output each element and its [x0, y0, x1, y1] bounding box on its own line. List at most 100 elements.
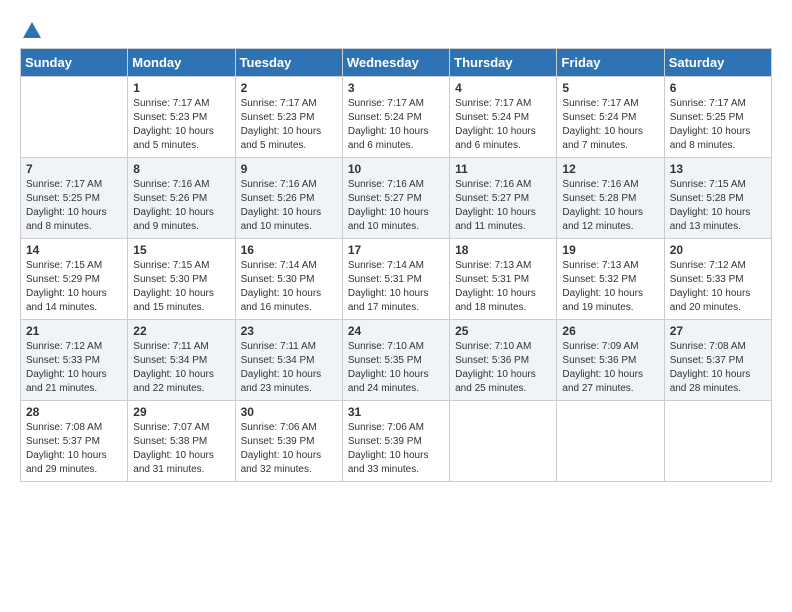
calendar-week-row: 21 Sunrise: 7:12 AM Sunset: 5:33 PM Dayli…: [21, 320, 772, 401]
day-info: Sunrise: 7:11 AM Sunset: 5:34 PM Dayligh…: [133, 340, 229, 396]
day-number: 14: [26, 243, 122, 257]
day-info: Sunrise: 7:16 AM Sunset: 5:26 PM Dayligh…: [241, 178, 337, 234]
calendar-cell: 27Sunrise: 7:08 AM Sunset: 5:37 PM Dayli…: [664, 320, 771, 401]
logo-icon: [21, 20, 43, 42]
calendar-cell: 24Sunrise: 7:10 AM Sunset: 5:35 PM Dayli…: [342, 320, 449, 401]
day-info: Sunrise: 7:15 AM Sunset: 5:28 PM Dayligh…: [670, 178, 766, 234]
day-number: 2: [241, 81, 337, 95]
day-info: Sunrise: 7:16 AM Sunset: 5:27 PM Dayligh…: [348, 178, 444, 234]
calendar-week-row: 28Sunrise: 7:08 AM Sunset: 5:37 PM Dayli…: [21, 401, 772, 482]
day-info: Sunrise: 7:06 AM Sunset: 5:39 PM Dayligh…: [241, 421, 337, 477]
day-info: Sunrise: 7:17 AM Sunset: 5:24 PM Dayligh…: [348, 97, 444, 153]
day-info: Sunrise: 7:17 AM Sunset: 5:25 PM Dayligh…: [670, 97, 766, 153]
logo: [20, 20, 44, 38]
calendar-cell: 15 Sunrise: 7:15 AM Sunset: 5:30 PM Dayli…: [128, 239, 235, 320]
calendar-week-row: 14 Sunrise: 7:15 AM Sunset: 5:29 PM Dayli…: [21, 239, 772, 320]
day-number: 29: [133, 405, 229, 419]
day-number: 19: [562, 243, 658, 257]
calendar-day-header: Monday: [128, 49, 235, 77]
day-info: Sunrise: 7:08 AM Sunset: 5:37 PM Dayligh…: [670, 340, 766, 396]
day-info: Sunrise: 7:15 AM Sunset: 5:29 PM Dayligh…: [26, 259, 122, 315]
day-number: 16: [241, 243, 337, 257]
calendar-day-header: Wednesday: [342, 49, 449, 77]
day-number: 26: [562, 324, 658, 338]
calendar-cell: 14 Sunrise: 7:15 AM Sunset: 5:29 PM Dayli…: [21, 239, 128, 320]
calendar-cell: 30 Sunrise: 7:06 AM Sunset: 5:39 PM Dayli…: [235, 401, 342, 482]
day-info: Sunrise: 7:14 AM Sunset: 5:30 PM Dayligh…: [241, 259, 337, 315]
day-number: 20: [670, 243, 766, 257]
day-number: 15: [133, 243, 229, 257]
day-number: 17: [348, 243, 444, 257]
calendar-day-header: Tuesday: [235, 49, 342, 77]
calendar-day-header: Sunday: [21, 49, 128, 77]
day-info: Sunrise: 7:17 AM Sunset: 5:23 PM Dayligh…: [133, 97, 229, 153]
day-info: Sunrise: 7:10 AM Sunset: 5:36 PM Dayligh…: [455, 340, 551, 396]
calendar-cell: 20Sunrise: 7:12 AM Sunset: 5:33 PM Dayli…: [664, 239, 771, 320]
calendar-cell: 29 Sunrise: 7:07 AM Sunset: 5:38 PM Dayli…: [128, 401, 235, 482]
day-number: 8: [133, 162, 229, 176]
calendar-cell: 8 Sunrise: 7:16 AM Sunset: 5:26 PM Daylig…: [128, 158, 235, 239]
calendar-cell: 10 Sunrise: 7:16 AM Sunset: 5:27 PM Dayli…: [342, 158, 449, 239]
day-number: 25: [455, 324, 551, 338]
day-info: Sunrise: 7:10 AM Sunset: 5:35 PM Dayligh…: [348, 340, 444, 396]
page-header: [20, 20, 772, 38]
day-info: Sunrise: 7:17 AM Sunset: 5:25 PM Dayligh…: [26, 178, 122, 234]
day-info: Sunrise: 7:12 AM Sunset: 5:33 PM Dayligh…: [26, 340, 122, 396]
calendar-cell: [664, 401, 771, 482]
calendar-cell: 31Sunrise: 7:06 AM Sunset: 5:39 PM Dayli…: [342, 401, 449, 482]
day-info: Sunrise: 7:17 AM Sunset: 5:24 PM Dayligh…: [562, 97, 658, 153]
day-info: Sunrise: 7:15 AM Sunset: 5:30 PM Dayligh…: [133, 259, 229, 315]
calendar-cell: 22Sunrise: 7:11 AM Sunset: 5:34 PM Dayli…: [128, 320, 235, 401]
day-info: Sunrise: 7:16 AM Sunset: 5:27 PM Dayligh…: [455, 178, 551, 234]
calendar-cell: 2 Sunrise: 7:17 AM Sunset: 5:23 PM Daylig…: [235, 77, 342, 158]
day-info: Sunrise: 7:07 AM Sunset: 5:38 PM Dayligh…: [133, 421, 229, 477]
day-info: Sunrise: 7:16 AM Sunset: 5:28 PM Dayligh…: [562, 178, 658, 234]
calendar-cell: 12 Sunrise: 7:16 AM Sunset: 5:28 PM Dayli…: [557, 158, 664, 239]
calendar-day-header: Friday: [557, 49, 664, 77]
day-info: Sunrise: 7:09 AM Sunset: 5:36 PM Dayligh…: [562, 340, 658, 396]
day-info: Sunrise: 7:17 AM Sunset: 5:23 PM Dayligh…: [241, 97, 337, 153]
day-info: Sunrise: 7:16 AM Sunset: 5:26 PM Dayligh…: [133, 178, 229, 234]
day-number: 21: [26, 324, 122, 338]
calendar-cell: 18 Sunrise: 7:13 AM Sunset: 5:31 PM Dayli…: [450, 239, 557, 320]
calendar-day-header: Thursday: [450, 49, 557, 77]
day-number: 10: [348, 162, 444, 176]
day-info: Sunrise: 7:11 AM Sunset: 5:34 PM Dayligh…: [241, 340, 337, 396]
calendar-table: SundayMondayTuesdayWednesdayThursdayFrid…: [20, 48, 772, 482]
calendar-cell: 9Sunrise: 7:16 AM Sunset: 5:26 PM Daylig…: [235, 158, 342, 239]
calendar-cell: 19 Sunrise: 7:13 AM Sunset: 5:32 PM Dayli…: [557, 239, 664, 320]
calendar-cell: 26 Sunrise: 7:09 AM Sunset: 5:36 PM Dayli…: [557, 320, 664, 401]
calendar-cell: 1 Sunrise: 7:17 AM Sunset: 5:23 PM Daylig…: [128, 77, 235, 158]
day-number: 6: [670, 81, 766, 95]
day-number: 30: [241, 405, 337, 419]
calendar-cell: 16 Sunrise: 7:14 AM Sunset: 5:30 PM Dayli…: [235, 239, 342, 320]
calendar-cell: 11 Sunrise: 7:16 AM Sunset: 5:27 PM Dayli…: [450, 158, 557, 239]
calendar-cell: 3 Sunrise: 7:17 AM Sunset: 5:24 PM Daylig…: [342, 77, 449, 158]
calendar-cell: 6 Sunrise: 7:17 AM Sunset: 5:25 PM Daylig…: [664, 77, 771, 158]
calendar-cell: 4 Sunrise: 7:17 AM Sunset: 5:24 PM Daylig…: [450, 77, 557, 158]
calendar-cell: 17 Sunrise: 7:14 AM Sunset: 5:31 PM Dayli…: [342, 239, 449, 320]
calendar-cell: 21 Sunrise: 7:12 AM Sunset: 5:33 PM Dayli…: [21, 320, 128, 401]
day-info: Sunrise: 7:14 AM Sunset: 5:31 PM Dayligh…: [348, 259, 444, 315]
day-info: Sunrise: 7:13 AM Sunset: 5:31 PM Dayligh…: [455, 259, 551, 315]
calendar-cell: 25 Sunrise: 7:10 AM Sunset: 5:36 PM Dayli…: [450, 320, 557, 401]
day-number: 12: [562, 162, 658, 176]
day-info: Sunrise: 7:17 AM Sunset: 5:24 PM Dayligh…: [455, 97, 551, 153]
day-number: 13: [670, 162, 766, 176]
day-number: 18: [455, 243, 551, 257]
day-number: 31: [348, 405, 444, 419]
calendar-day-header: Saturday: [664, 49, 771, 77]
day-number: 3: [348, 81, 444, 95]
calendar-cell: [450, 401, 557, 482]
calendar-cell: 28Sunrise: 7:08 AM Sunset: 5:37 PM Dayli…: [21, 401, 128, 482]
day-info: Sunrise: 7:13 AM Sunset: 5:32 PM Dayligh…: [562, 259, 658, 315]
day-number: 11: [455, 162, 551, 176]
calendar-cell: 23 Sunrise: 7:11 AM Sunset: 5:34 PM Dayli…: [235, 320, 342, 401]
calendar-cell: 13 Sunrise: 7:15 AM Sunset: 5:28 PM Dayli…: [664, 158, 771, 239]
day-number: 4: [455, 81, 551, 95]
day-number: 1: [133, 81, 229, 95]
calendar-cell: 7Sunrise: 7:17 AM Sunset: 5:25 PM Daylig…: [21, 158, 128, 239]
day-info: Sunrise: 7:08 AM Sunset: 5:37 PM Dayligh…: [26, 421, 122, 477]
calendar-week-row: 1 Sunrise: 7:17 AM Sunset: 5:23 PM Daylig…: [21, 77, 772, 158]
day-number: 23: [241, 324, 337, 338]
